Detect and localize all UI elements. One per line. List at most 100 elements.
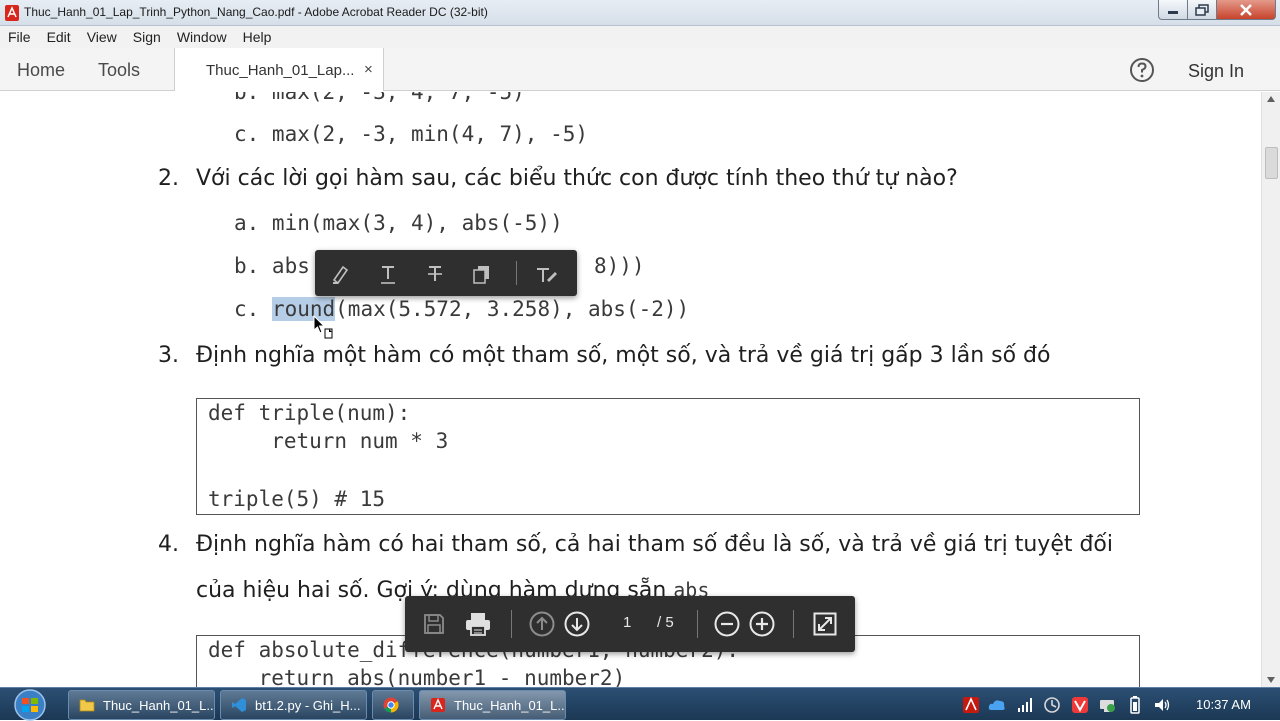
menu-sign[interactable]: Sign — [125, 29, 169, 45]
code-q3-line-1: def triple(num): — [208, 401, 411, 425]
maximize-button[interactable] — [1187, 0, 1217, 20]
arrow-up-circle-icon — [529, 611, 555, 637]
menu-edit[interactable]: Edit — [39, 29, 79, 45]
strikethrough-text-icon — [428, 266, 442, 281]
signal-icon[interactable] — [1016, 696, 1034, 714]
strikethrough-button[interactable] — [422, 261, 448, 287]
acrobat-tray-icon[interactable] — [962, 696, 980, 714]
toolbar-separator-1 — [511, 610, 512, 638]
network-icon[interactable] — [1098, 696, 1116, 714]
tab-document[interactable]: Thuc_Hanh_01_Lap... × — [174, 48, 384, 91]
code-q3-line-4: triple(5) # 15 — [208, 487, 386, 511]
code-line-q2-b-end: 8))) — [594, 254, 645, 278]
code-line-b-partial: b. max(2, -3, 4, 7, -5) — [234, 92, 525, 104]
volume-icon[interactable] — [1153, 696, 1171, 714]
zoom-in-button[interactable] — [748, 610, 776, 638]
highlighter-icon — [332, 265, 349, 285]
arrow-down-circle-icon — [564, 611, 590, 637]
vertical-scrollbar[interactable] — [1261, 92, 1280, 687]
taskbar-chrome-task[interactable] — [372, 690, 414, 720]
acrobat-icon — [5, 5, 19, 21]
onedrive-icon[interactable] — [988, 696, 1006, 714]
scrollbar-thumb[interactable] — [1265, 147, 1278, 179]
restore-icon — [1195, 3, 1209, 16]
fit-page-button[interactable] — [811, 610, 839, 638]
toolbar-separator — [516, 261, 517, 285]
question-4-number: 4. — [158, 532, 179, 557]
sync-icon[interactable] — [1043, 696, 1061, 714]
selection-toolbar — [315, 250, 577, 296]
code-line-q2-c-rest: (max(5.572, 3.258), abs(-2)) — [335, 297, 690, 321]
taskbar-task-label-1: Thuc_Hanh_01_L... — [103, 697, 215, 713]
close-window-button[interactable] — [1216, 0, 1276, 20]
help-icon[interactable] — [1129, 57, 1155, 83]
tab-tools[interactable]: Tools — [98, 60, 140, 81]
minimize-icon — [1168, 10, 1178, 14]
mouse-cursor-icon — [313, 315, 333, 339]
zoom-out-button[interactable] — [713, 610, 741, 638]
highlight-button[interactable] — [328, 261, 354, 287]
document-tab-label: Thuc_Hanh_01_Lap... — [206, 62, 355, 79]
code-box-q3: def triple(num): return num * 3 triple(5… — [196, 398, 1140, 515]
close-icon — [1240, 3, 1252, 16]
folder-icon — [79, 699, 95, 712]
taskbar-acrobat-task[interactable]: Thuc_Hanh_01_L... — [419, 690, 566, 720]
window-title: Thuc_Hanh_01_Lap_Trinh_Python_Nang_Cao.p… — [24, 5, 488, 19]
tab-home[interactable]: Home — [17, 60, 65, 81]
sign-in-button[interactable]: Sign In — [1188, 61, 1244, 82]
tab-close-icon[interactable]: × — [364, 61, 373, 78]
page-navigation-toolbar: 1 / 5 — [405, 596, 855, 652]
taskbar: Thuc_Hanh_01_L... bt1.2.py - Ghi_H... Th… — [0, 687, 1280, 721]
vivaldi-icon[interactable] — [1071, 696, 1089, 714]
menu-view[interactable]: View — [79, 29, 125, 45]
title-bar: Thuc_Hanh_01_Lap_Trinh_Python_Nang_Cao.p… — [0, 0, 1280, 26]
next-page-button[interactable] — [563, 610, 591, 638]
question-2-text: Với các lời gọi hàm sau, các biểu thức c… — [196, 166, 958, 191]
copy-button[interactable] — [469, 261, 495, 287]
edit-text-button[interactable] — [533, 261, 559, 287]
scroll-down-icon[interactable] — [1267, 677, 1275, 683]
menu-help[interactable]: Help — [235, 29, 280, 45]
taskbar-task-label-3: Thuc_Hanh_01_L... — [454, 697, 566, 713]
taskbar-vscode-task[interactable]: bt1.2.py - Ghi_H... — [220, 690, 367, 720]
acrobat-taskbar-icon — [431, 698, 445, 712]
minimize-button[interactable] — [1158, 0, 1188, 20]
menu-file[interactable]: File — [0, 29, 39, 45]
code-line-q2-b-start: b. abs — [234, 254, 310, 278]
toolbar-separator-3 — [793, 610, 794, 638]
print-button[interactable] — [464, 610, 492, 638]
code-line-q2-c-prefix: c. — [234, 297, 272, 321]
code-line-c-top: c. max(2, -3, min(4, 7), -5) — [234, 122, 589, 146]
vscode-icon — [232, 698, 246, 712]
edit-text-icon — [537, 268, 557, 282]
question-2-number: 2. — [158, 166, 179, 191]
save-icon — [424, 614, 444, 634]
windows-start-button[interactable] — [8, 689, 52, 721]
zoom-out-icon — [714, 611, 740, 637]
save-button[interactable] — [420, 610, 448, 638]
battery-icon[interactable] — [1126, 696, 1144, 714]
fit-page-icon — [813, 612, 837, 636]
taskbar-task-label-2: bt1.2.py - Ghi_H... — [255, 697, 361, 713]
copy-icon — [473, 266, 489, 284]
question-3-number: 3. — [158, 343, 179, 368]
code-line-q2-c: c. round(max(5.572, 3.258), abs(-2)) — [234, 297, 689, 321]
chrome-icon — [383, 697, 399, 713]
toolbar-separator-2 — [697, 610, 698, 638]
menu-bar: File Edit View Sign Window Help — [0, 26, 1280, 48]
total-pages-label: / 5 — [657, 614, 674, 631]
scroll-up-icon[interactable] — [1267, 96, 1275, 102]
code-q3-line-2: return num * 3 — [208, 429, 449, 453]
question-3-text: Định nghĩa một hàm có một tham số, một s… — [196, 343, 1051, 368]
current-page-input[interactable]: 1 — [623, 614, 631, 631]
underline-button[interactable] — [375, 261, 401, 287]
code-q4-line-2: return abs(number1 - number2) — [208, 666, 626, 687]
clock[interactable]: 10:37 AM — [1196, 697, 1251, 712]
zoom-in-icon — [749, 611, 775, 637]
question-4-text-line-1: Định nghĩa hàm có hai tham số, cả hai th… — [196, 532, 1114, 557]
taskbar-explorer-task[interactable]: Thuc_Hanh_01_L... — [68, 690, 215, 720]
previous-page-button[interactable] — [528, 610, 556, 638]
print-icon — [466, 613, 490, 636]
menu-window[interactable]: Window — [169, 29, 235, 45]
underline-text-icon — [381, 266, 395, 284]
